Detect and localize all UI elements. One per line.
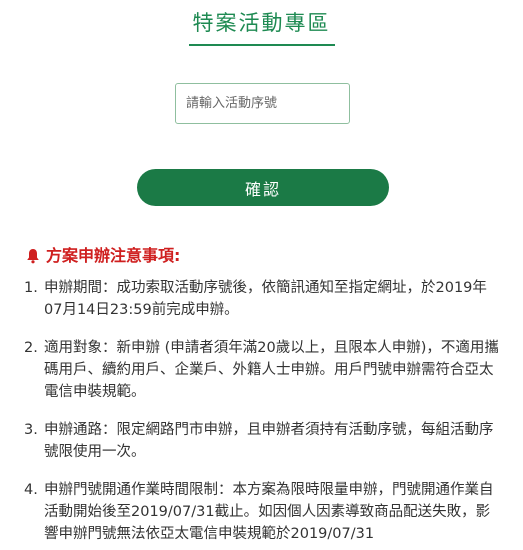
notice-list: 1. 申辦期間：成功索取活動序號後，依簡訊通知至指定網址，於2019年07月14…: [24, 277, 500, 550]
notice-item-4: 4. 申辦門號開通作業時間限制：本方案為限時限量申辦，門號開通作業自活動開始後至…: [24, 479, 500, 545]
bell-icon: [27, 249, 39, 264]
confirm-button[interactable]: 確認: [137, 169, 389, 206]
activity-code-input[interactable]: [175, 83, 350, 124]
notice-heading: 方案申辦注意事項:: [26, 245, 180, 267]
notice-item-2: 2. 適用對象：新申辦 (申請者須年滿20歲以上，且限本人申辦)，不適用攜碼用戶…: [24, 337, 500, 403]
notice-item-number: 4.: [24, 482, 38, 498]
header: 特案活動專區: [0, 0, 523, 46]
notice-item-text: 申辦通路：限定網路門市申辦，且申辦者須持有活動序號，每組活動序號限使用一次。: [44, 422, 494, 460]
notice-item-text: 申辦門號開通作業時間限制：本方案為限時限量申辦，門號開通作業自活動開始後至201…: [44, 482, 494, 542]
notice-item-3: 3. 申辦通路：限定網路門市申辦，且申辦者須持有活動序號，每組活動序號限使用一次…: [24, 419, 500, 463]
notice-item-number: 2.: [24, 340, 38, 356]
page-title: 特案活動專區: [188, 0, 335, 46]
notice-item-1: 1. 申辦期間：成功索取活動序號後，依簡訊通知至指定網址，於2019年07月14…: [24, 277, 500, 321]
notice-item-text: 適用對象：新申辦 (申請者須年滿20歲以上，且限本人申辦)，不適用攜碼用戶、續約…: [44, 340, 499, 400]
page: 特案活動專區 確認 方案申辦注意事項: 1. 申辦期間：成功索取活動序號後，依簡…: [0, 0, 523, 550]
notice-item-number: 1.: [24, 280, 38, 296]
notice-item-text: 申辦期間：成功索取活動序號後，依簡訊通知至指定網址，於2019年07月14日23…: [44, 280, 487, 318]
notice-heading-text: 方案申辦注意事項:: [46, 246, 181, 265]
notice-item-number: 3.: [24, 422, 38, 438]
